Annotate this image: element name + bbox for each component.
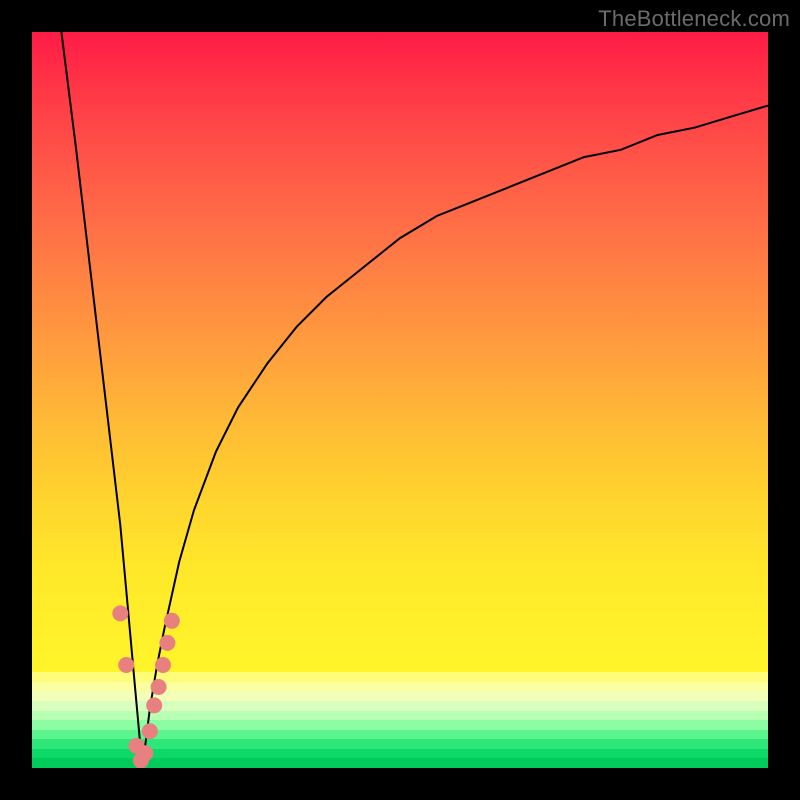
data-point [137, 745, 153, 761]
bottleneck-curve-right [142, 106, 768, 768]
data-point [112, 605, 128, 621]
plot-area [32, 32, 768, 768]
data-point [159, 635, 175, 651]
outer-frame: TheBottleneck.com [0, 0, 800, 800]
bottleneck-curve-left [61, 32, 142, 768]
data-point [142, 723, 158, 739]
data-point [151, 679, 167, 695]
data-point [118, 657, 134, 673]
data-point [155, 657, 171, 673]
watermark-text: TheBottleneck.com [598, 6, 790, 32]
data-point [146, 697, 162, 713]
data-point [164, 613, 180, 629]
curve-layer [32, 32, 768, 768]
